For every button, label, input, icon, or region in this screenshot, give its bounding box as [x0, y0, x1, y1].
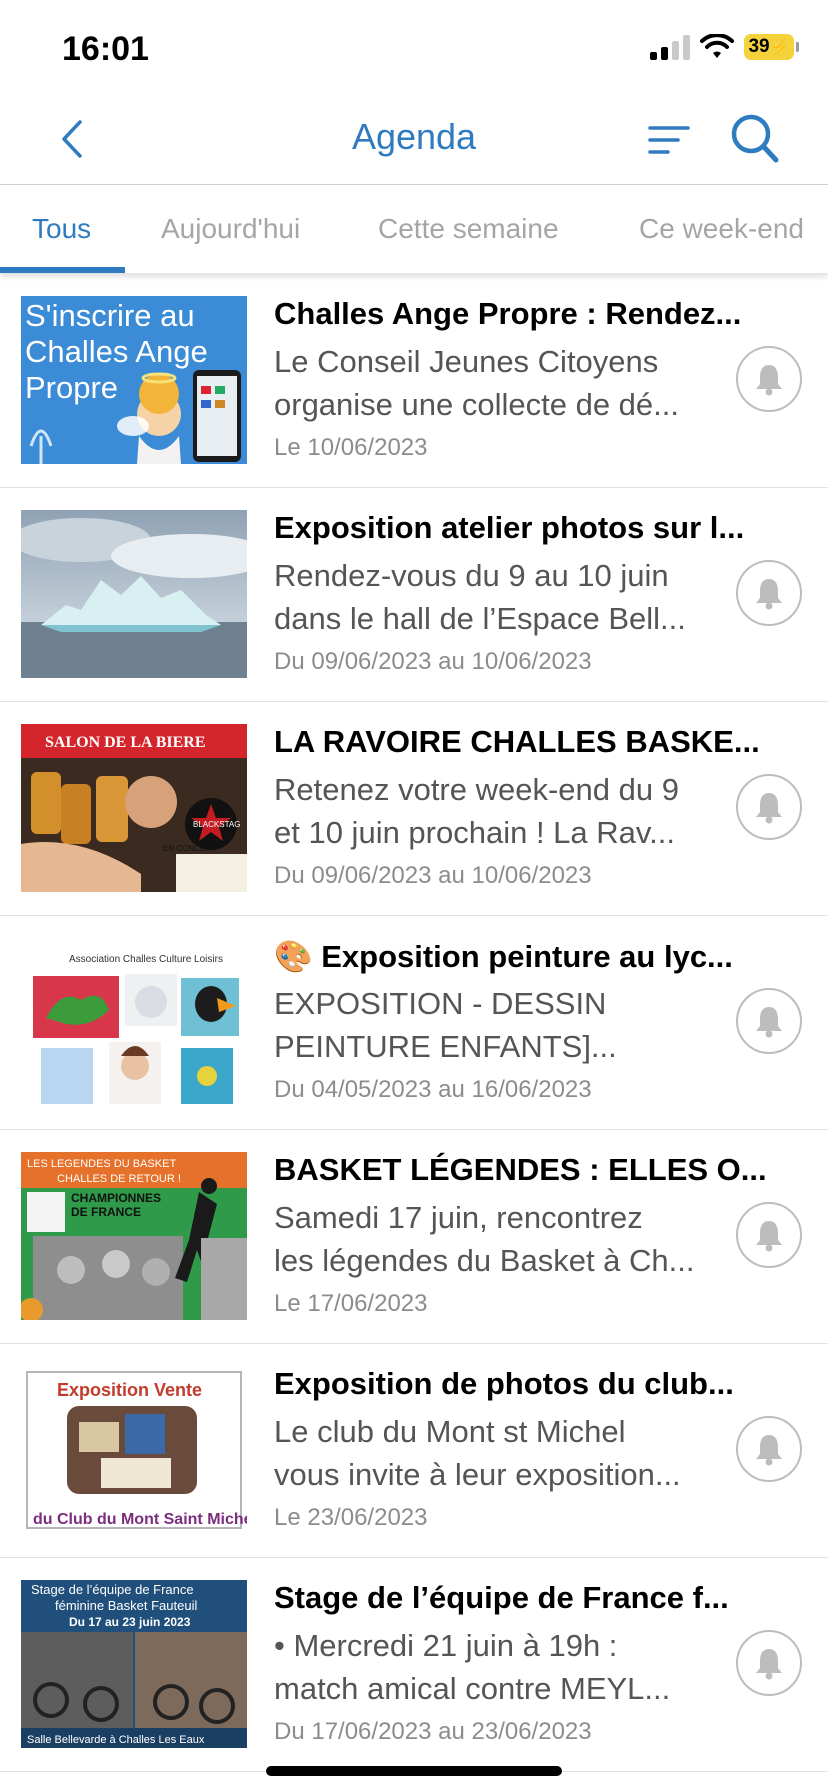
event-description-line: • Mercredi 21 juin à 19h :	[274, 1628, 618, 1663]
tab-ce-week-end[interactable]: Ce week-end	[639, 213, 804, 245]
thumb-text-line: DE FRANCE	[71, 1205, 141, 1219]
thumb-text-line: féminine Basket Fauteuil	[55, 1598, 197, 1613]
nav-bar: Agenda	[0, 96, 828, 185]
event-description-line: organise une collecte de dé...	[274, 387, 679, 422]
thumb-text-line: du Club du Mont Saint Michel	[33, 1511, 247, 1528]
filter-tabs: Tous Aujourd'hui Cette semaine Ce week-e…	[0, 185, 828, 273]
event-item[interactable]: Association Challes Culture Loisirs 🎨 Ex…	[0, 916, 828, 1130]
event-description: EXPOSITION - DESSIN PEINTURE ENFANTS]...	[274, 982, 714, 1068]
notify-bell-button[interactable]	[736, 346, 802, 412]
event-title: LA RAVOIRE CHALLES BASKE...	[274, 724, 760, 759]
event-description: Retenez votre week-end du 9 et 10 juin p…	[274, 768, 714, 854]
event-description-line: dans le hall de l’Espace Bell...	[274, 601, 686, 636]
bell-icon	[756, 793, 782, 824]
event-description: Le Conseil Jeunes Citoyens organise une …	[274, 340, 714, 426]
thumb-text-line: Challes Ange	[25, 334, 208, 369]
cellular-signal-icon	[650, 34, 690, 60]
event-title: Stage de l’équipe de France f...	[274, 1580, 729, 1615]
thumb-text-line: SALON DE LA BIERE	[45, 734, 206, 751]
bell-icon	[756, 1435, 782, 1466]
thumb-text-line: Propre	[25, 370, 118, 405]
event-item[interactable]: Exposition atelier photos sur l... Rende…	[0, 488, 828, 702]
event-date: Du 09/06/2023 au 10/06/2023	[274, 862, 592, 889]
event-description: Rendez-vous du 9 au 10 juin dans le hall…	[274, 554, 714, 640]
event-description-line: les légendes du Basket à Ch...	[274, 1243, 695, 1278]
thumb-text-line: LES LEGENDES DU BASKET	[27, 1158, 176, 1170]
status-time: 16:01	[62, 30, 149, 68]
event-thumbnail: LES LEGENDES DU BASKET CHALLES DE RETOUR…	[21, 1152, 247, 1320]
event-title: 🎨 Exposition peinture au lyc...	[274, 939, 733, 974]
thumb-text-line: CHALLES DE RETOUR !	[57, 1173, 181, 1185]
sort-filter-icon[interactable]	[646, 120, 692, 160]
event-thumbnail: Stage de l’équipe de France féminine Bas…	[21, 1580, 247, 1748]
event-date: Du 09/06/2023 au 10/06/2023	[274, 648, 592, 675]
event-description-line: EXPOSITION - DESSIN	[274, 986, 607, 1021]
event-description-line: Le club du Mont st Michel	[274, 1414, 626, 1449]
event-description-line: et 10 juin prochain ! La Rav...	[274, 815, 675, 850]
event-description-line: Le Conseil Jeunes Citoyens	[274, 344, 659, 379]
tab-cette-semaine[interactable]: Cette semaine	[378, 213, 559, 245]
bell-icon	[756, 1007, 782, 1038]
thumb-text-line: Exposition Vente	[57, 1380, 202, 1400]
event-description: • Mercredi 21 juin à 19h : match amical …	[274, 1624, 714, 1710]
thumb-text-line: BLACKSTAG	[193, 820, 240, 829]
event-thumbnail	[21, 510, 247, 678]
thumb-text-line: EN CONCERT	[163, 844, 216, 853]
event-title: Exposition atelier photos sur l...	[274, 510, 745, 545]
wifi-icon	[700, 34, 734, 58]
event-date: Le 10/06/2023	[274, 434, 428, 461]
event-thumbnail: Association Challes Culture Loisirs	[21, 938, 247, 1106]
thumb-text-line: Stage de l’équipe de France	[31, 1582, 194, 1597]
event-thumbnail: Exposition Vente du Club du Mont Saint M…	[21, 1366, 247, 1534]
event-item[interactable]: Stage de l’équipe de France féminine Bas…	[0, 1558, 828, 1772]
thumb-text-line: S'inscrire au	[25, 298, 195, 333]
thumb-text-line: CHAMPIONNES	[71, 1191, 161, 1205]
bell-icon	[756, 1649, 782, 1680]
event-date: Le 23/06/2023	[274, 1504, 428, 1531]
bell-icon	[756, 579, 782, 610]
event-thumbnail: S'inscrire au Challes Ange Propre	[21, 296, 247, 464]
event-description: Samedi 17 juin, rencontrez les légendes …	[274, 1196, 714, 1282]
battery-icon: 39 ⚡	[744, 34, 799, 60]
tab-aujourdhui[interactable]: Aujourd'hui	[161, 213, 300, 245]
event-description-line: Retenez votre week-end du 9	[274, 772, 679, 807]
search-icon[interactable]	[728, 110, 782, 168]
event-item[interactable]: LES LEGENDES DU BASKET CHALLES DE RETOUR…	[0, 1130, 828, 1344]
status-bar: 16:01 39 ⚡	[0, 0, 828, 96]
event-thumbnail: SALON DE LA BIERE BLACKSTAG EN CONCERT	[21, 724, 247, 892]
notify-bell-button[interactable]	[736, 1202, 802, 1268]
event-description-line: Samedi 17 juin, rencontrez	[274, 1200, 643, 1235]
event-item[interactable]: SALON DE LA BIERE BLACKSTAG EN CONCERT L…	[0, 702, 828, 916]
notify-bell-button[interactable]	[736, 560, 802, 626]
notify-bell-button[interactable]	[736, 774, 802, 840]
event-date: Du 17/06/2023 au 23/06/2023	[274, 1718, 592, 1745]
bell-icon	[756, 1221, 782, 1252]
bell-icon	[756, 365, 782, 396]
page-title: Agenda	[351, 116, 477, 157]
event-title: Exposition de photos du club...	[274, 1366, 734, 1401]
thumb-text-line: Salle Bellevarde à Challes Les Eaux	[27, 1734, 205, 1746]
notify-bell-button[interactable]	[736, 1416, 802, 1482]
event-description-line: match amical contre MEYL...	[274, 1671, 671, 1706]
status-icons: 39 ⚡	[650, 34, 799, 60]
event-date: Du 04/05/2023 au 16/06/2023	[274, 1076, 592, 1103]
event-description-line: vous invite à leur exposition...	[274, 1457, 681, 1492]
home-indicator[interactable]	[266, 1766, 562, 1776]
tab-tous[interactable]: Tous	[32, 213, 91, 245]
event-title: Challes Ange Propre : Rendez...	[274, 296, 742, 331]
event-item[interactable]: S'inscrire au Challes Ange Propre Challe…	[0, 274, 828, 488]
thumb-text-line: Du 17 au 23 juin 2023	[69, 1615, 191, 1629]
event-description-line: PEINTURE ENFANTS]...	[274, 1029, 617, 1064]
notify-bell-button[interactable]	[736, 988, 802, 1054]
event-date: Le 17/06/2023	[274, 1290, 428, 1317]
event-title: BASKET LÉGENDES : ELLES O...	[274, 1152, 767, 1187]
event-item[interactable]: Exposition Vente du Club du Mont Saint M…	[0, 1344, 828, 1558]
event-list: S'inscrire au Challes Ange Propre Challe…	[0, 274, 828, 1772]
event-description-line: Rendez-vous du 9 au 10 juin	[274, 558, 669, 593]
notify-bell-button[interactable]	[736, 1630, 802, 1696]
thumb-text-line: Association Challes Culture Loisirs	[69, 954, 223, 965]
battery-level: 39	[748, 36, 770, 57]
active-tab-indicator	[0, 267, 125, 273]
event-description: Le club du Mont st Michel vous invite à …	[274, 1410, 714, 1496]
